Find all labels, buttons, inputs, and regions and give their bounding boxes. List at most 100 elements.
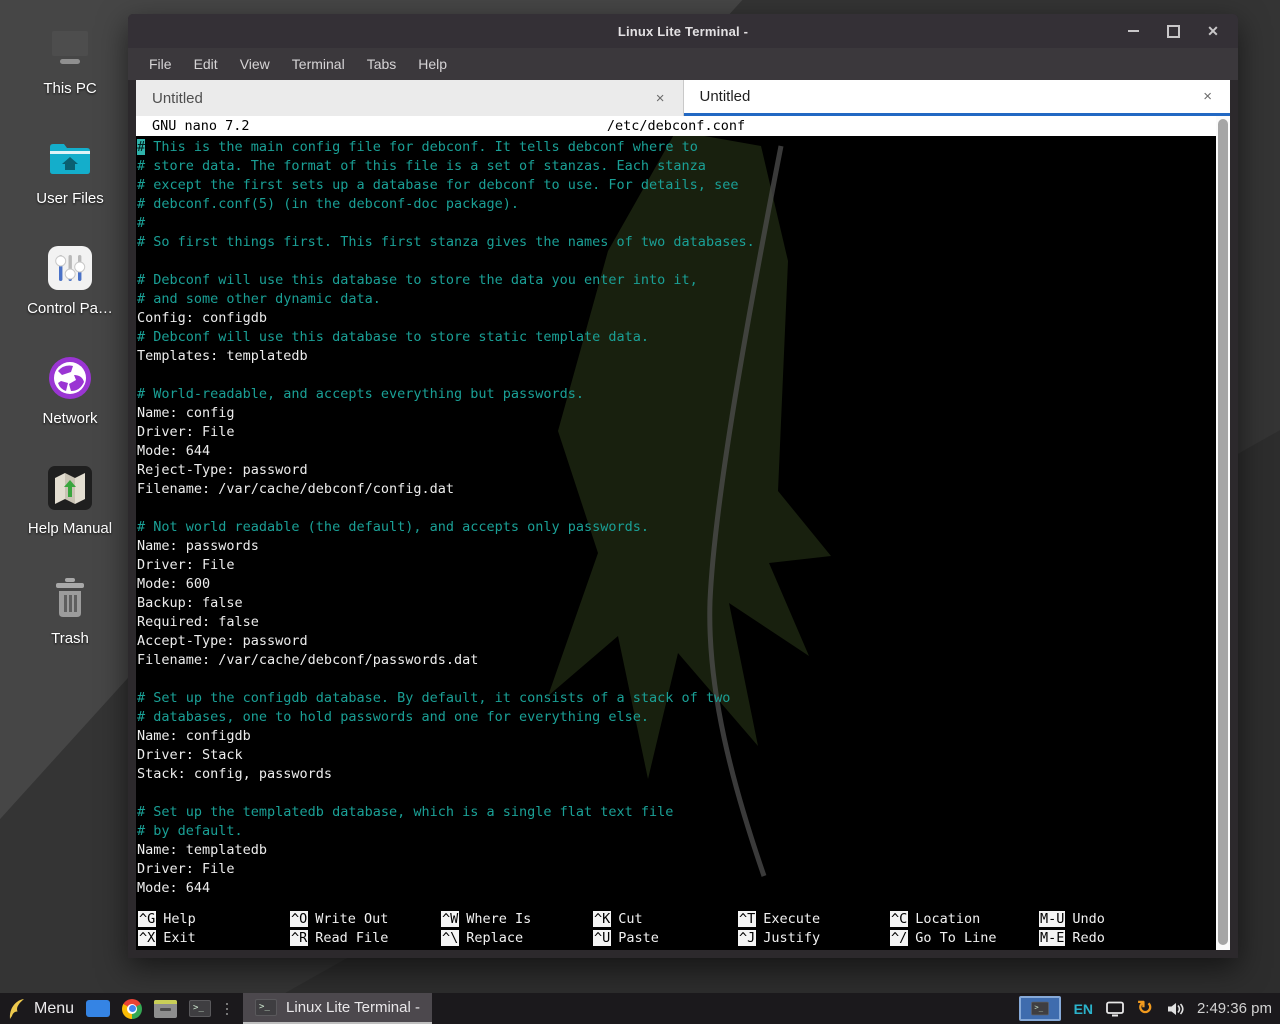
- shortcut-key: ^W: [441, 911, 459, 927]
- menu-item-tabs[interactable]: Tabs: [356, 48, 408, 80]
- task-button-terminal[interactable]: >_ Linux Lite Terminal -: [243, 993, 432, 1024]
- editor-line[interactable]: Driver: Stack: [137, 746, 1216, 765]
- editor-line[interactable]: Mode: 600: [137, 575, 1216, 594]
- tab-close-icon[interactable]: ×: [1201, 88, 1214, 105]
- desktop-icon-help-manual[interactable]: Help Manual: [16, 464, 124, 537]
- system-tray: >_ EN ↻ 2:49:36 pm: [1019, 996, 1272, 1021]
- editor-line[interactable]: # store data. The format of this file is…: [137, 157, 1216, 176]
- minimize-button[interactable]: [1126, 24, 1140, 38]
- desktop-icon-user-files[interactable]: User Files: [16, 134, 124, 207]
- editor-line[interactable]: Backup: false: [137, 594, 1216, 613]
- desktop-icon-control-panel[interactable]: Control Pa…: [16, 244, 124, 317]
- computer-icon: [16, 24, 124, 72]
- scrollbar-thumb[interactable]: [1218, 119, 1228, 945]
- editor-lines[interactable]: # This is the main config file for debco…: [137, 138, 1216, 898]
- editor-line[interactable]: Reject-Type: password: [137, 461, 1216, 480]
- desktop-icon-label: Help Manual: [16, 520, 124, 537]
- editor-line[interactable]: Templates: templatedb: [137, 347, 1216, 366]
- shortcut-label: Justify: [763, 930, 820, 946]
- editor-line[interactable]: # debconf.conf(5) (in the debconf-doc pa…: [137, 195, 1216, 214]
- editor-line[interactable]: Driver: File: [137, 556, 1216, 575]
- menu-item-view[interactable]: View: [229, 48, 281, 80]
- editor-line[interactable]: [137, 252, 1216, 271]
- shortcut-key: ^X: [138, 930, 156, 946]
- nano-shortcut: M-ERedo: [1039, 929, 1105, 948]
- terminal-screen[interactable]: GNU nano 7.2 /etc/debconf.conf # This is…: [136, 116, 1216, 950]
- terminal-launcher-icon[interactable]: >_: [189, 1000, 211, 1017]
- editor-line[interactable]: [137, 366, 1216, 385]
- editor-line[interactable]: # World-readable, and accepts everything…: [137, 385, 1216, 404]
- editor-line[interactable]: Accept-Type: password: [137, 632, 1216, 651]
- desktop-icon-trash[interactable]: Trash: [16, 574, 124, 647]
- updates-icon[interactable]: ↻: [1137, 999, 1153, 1018]
- editor-line[interactable]: #: [137, 214, 1216, 233]
- start-menu-button[interactable]: Menu: [8, 998, 74, 1020]
- editor-line[interactable]: Mode: 644: [137, 442, 1216, 461]
- desktop-icon-this-pc[interactable]: This PC: [16, 24, 124, 97]
- editor-line[interactable]: Config: configdb: [137, 309, 1216, 328]
- editor-line[interactable]: # Debconf will use this database to stor…: [137, 328, 1216, 347]
- editor-line[interactable]: # and some other dynamic data.: [137, 290, 1216, 309]
- close-button[interactable]: ✕: [1206, 24, 1220, 38]
- editor-line[interactable]: Driver: File: [137, 860, 1216, 879]
- shortcut-label: Replace: [466, 930, 523, 946]
- editor-line[interactable]: Name: templatedb: [137, 841, 1216, 860]
- menu-item-terminal[interactable]: Terminal: [281, 48, 356, 80]
- tab-label: Untitled: [152, 90, 203, 107]
- editor-line[interactable]: # Set up the templatedb database, which …: [137, 803, 1216, 822]
- editor-line[interactable]: [137, 499, 1216, 518]
- editor-line[interactable]: Filename: /var/cache/debconf/passwords.d…: [137, 651, 1216, 670]
- tab-close-icon[interactable]: ×: [654, 90, 667, 107]
- tab-bar: Untitled × Untitled ×: [136, 80, 1230, 116]
- display-settings-icon[interactable]: [1106, 1001, 1124, 1017]
- editor-line[interactable]: [137, 670, 1216, 689]
- terminal-scrollbar[interactable]: [1216, 116, 1230, 950]
- editor-line[interactable]: # databases, one to hold passwords and o…: [137, 708, 1216, 727]
- menu-item-help[interactable]: Help: [407, 48, 458, 80]
- manual-map-icon: [16, 464, 124, 512]
- editor-line[interactable]: Stack: config, passwords: [137, 765, 1216, 784]
- editor-line[interactable]: Driver: File: [137, 423, 1216, 442]
- editor-line[interactable]: [137, 784, 1216, 803]
- tab-2[interactable]: Untitled ×: [684, 80, 1231, 116]
- clock[interactable]: 2:49:36 pm: [1197, 1000, 1272, 1017]
- shortcut-key: ^T: [738, 911, 756, 927]
- menu-item-edit[interactable]: Edit: [183, 48, 229, 80]
- editor-line[interactable]: Required: false: [137, 613, 1216, 632]
- workspace-indicator[interactable]: >_: [1019, 996, 1061, 1021]
- desktop-icon-network[interactable]: Network: [16, 354, 124, 427]
- nano-shortcut: ^OWrite Out: [290, 910, 388, 929]
- nano-shortcut: ^KCut: [593, 910, 643, 929]
- desktop-icon-label: User Files: [16, 190, 124, 207]
- taskbar-separator: [223, 999, 231, 1019]
- editor-line[interactable]: # This is the main config file for debco…: [137, 138, 1216, 157]
- tab-label: Untitled: [700, 88, 751, 105]
- shortcut-key: ^/: [890, 930, 908, 946]
- shortcut-label: Cut: [618, 911, 642, 927]
- editor-line[interactable]: # Not world readable (the default), and …: [137, 518, 1216, 537]
- keyboard-layout-indicator[interactable]: EN: [1074, 1001, 1093, 1017]
- editor-line[interactable]: # by default.: [137, 822, 1216, 841]
- maximize-button[interactable]: [1166, 24, 1180, 38]
- archive-launcher-icon[interactable]: [154, 1000, 177, 1018]
- editor-line[interactable]: # Set up the configdb database. By defau…: [137, 689, 1216, 708]
- tab-1[interactable]: Untitled ×: [136, 80, 684, 116]
- globe-icon: [16, 354, 124, 402]
- terminal-icon: >_: [1031, 1002, 1049, 1016]
- editor-line[interactable]: Name: passwords: [137, 537, 1216, 556]
- desktop-icon-label: Trash: [16, 630, 124, 647]
- editor-line[interactable]: Name: configdb: [137, 727, 1216, 746]
- editor-line[interactable]: # Debconf will use this database to stor…: [137, 271, 1216, 290]
- chrome-launcher-icon[interactable]: [122, 999, 142, 1019]
- editor-line[interactable]: # So first things first. This first stan…: [137, 233, 1216, 252]
- editor-line[interactable]: Mode: 644: [137, 879, 1216, 898]
- editor-line[interactable]: Name: config: [137, 404, 1216, 423]
- window-titlebar[interactable]: Linux Lite Terminal - ✕: [128, 14, 1238, 48]
- shortcut-key: ^\: [441, 930, 459, 946]
- editor-line[interactable]: # except the first sets up a database fo…: [137, 176, 1216, 195]
- volume-icon[interactable]: [1166, 1001, 1184, 1017]
- file-manager-launcher-icon[interactable]: [86, 1000, 110, 1017]
- menu-item-file[interactable]: File: [138, 48, 183, 80]
- shortcut-label: Exit: [163, 930, 196, 946]
- editor-line[interactable]: Filename: /var/cache/debconf/config.dat: [137, 480, 1216, 499]
